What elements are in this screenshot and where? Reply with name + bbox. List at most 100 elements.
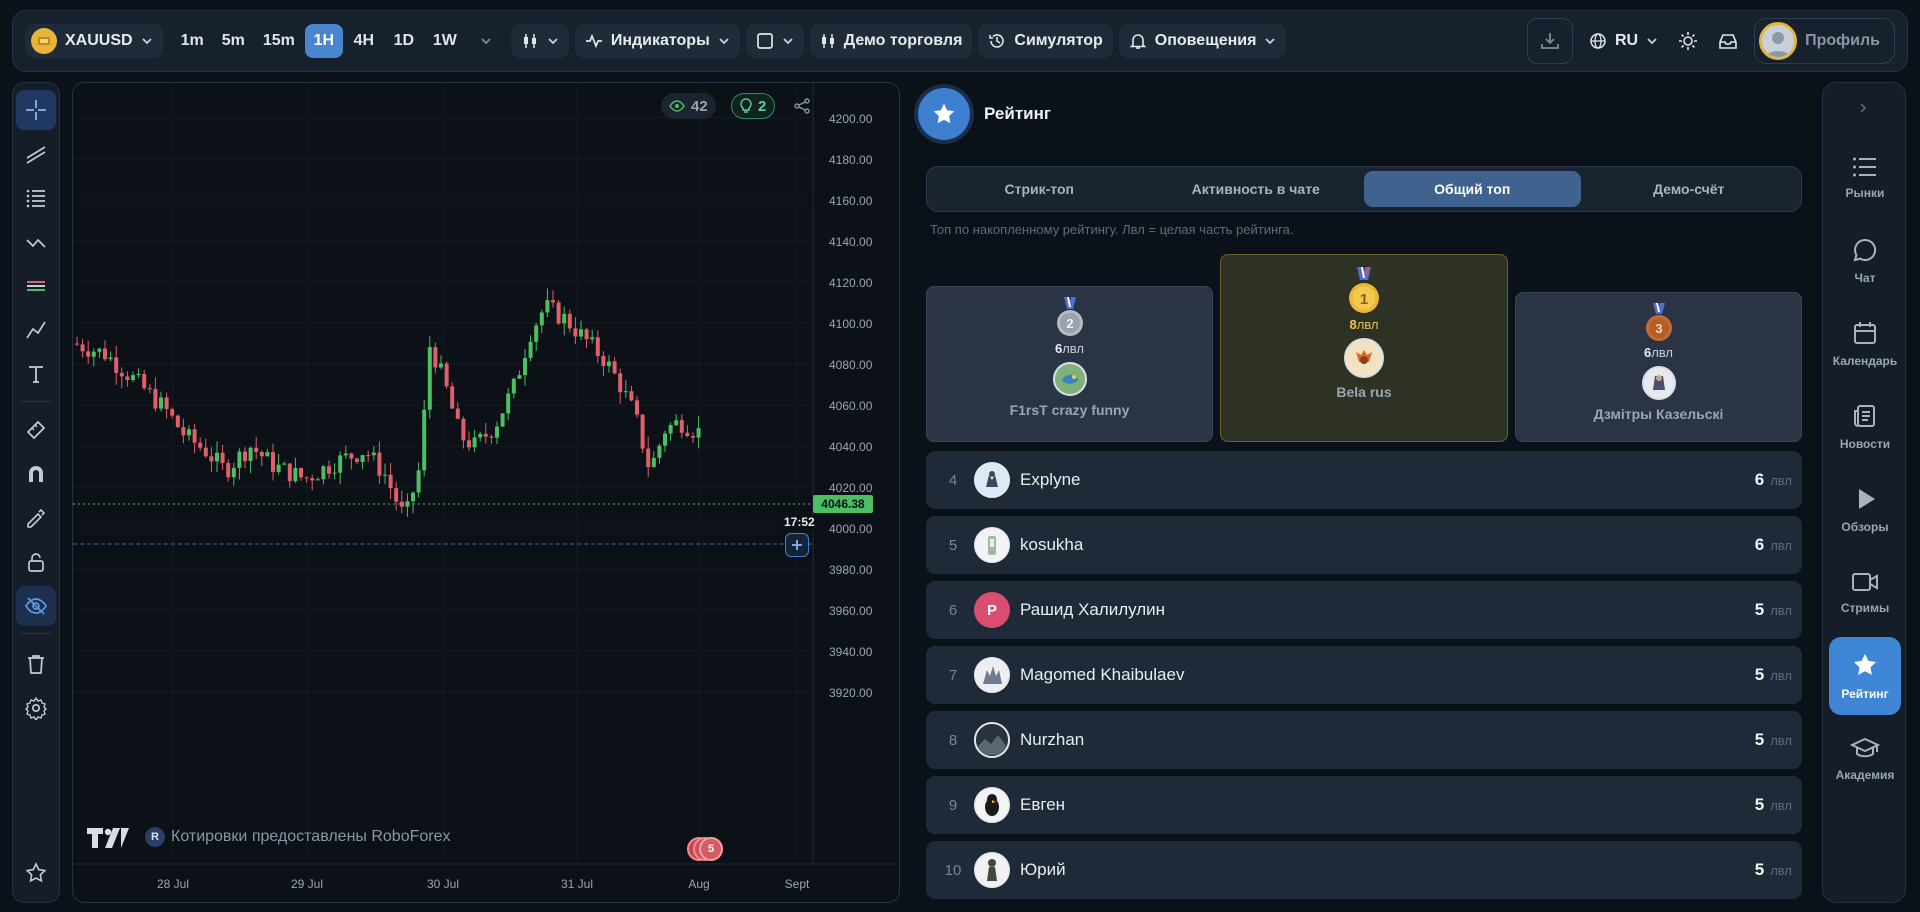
candle-body bbox=[567, 313, 572, 329]
nav-label: Академия bbox=[1835, 768, 1895, 782]
price-tick: 4040.00 bbox=[829, 440, 873, 454]
candle-body bbox=[455, 408, 460, 419]
price-tick: 4000.00 bbox=[829, 522, 873, 536]
candle-body bbox=[411, 492, 415, 502]
podium-third[interactable]: 3 6лвл Дзмітры Казельскі bbox=[1515, 292, 1802, 442]
row-rank: 5 bbox=[948, 536, 958, 554]
timeframe-1d[interactable]: 1D bbox=[385, 24, 423, 58]
nav-chat[interactable]: Чат bbox=[1829, 222, 1901, 300]
podium-name: Дзмітры Казельскі bbox=[1593, 406, 1724, 422]
inbox-button[interactable] bbox=[1708, 24, 1748, 58]
nav-news[interactable]: Новости bbox=[1829, 388, 1901, 466]
svg-text:2: 2 bbox=[1066, 316, 1073, 331]
candle-body bbox=[500, 413, 505, 427]
leaderboard-row[interactable]: 9 Евген 5 лвл bbox=[926, 776, 1802, 834]
settings-tool[interactable] bbox=[16, 688, 56, 728]
hide-drawings-tool[interactable] bbox=[16, 586, 56, 626]
candles-icon bbox=[821, 34, 834, 48]
drawing-mode-tool[interactable] bbox=[16, 498, 56, 538]
alerts-button[interactable]: Оповещения bbox=[1118, 24, 1287, 58]
candle-body bbox=[282, 463, 287, 465]
demo-trading-button[interactable]: Демо торговля bbox=[809, 24, 973, 58]
timeframe-5m[interactable]: 5m bbox=[214, 24, 253, 58]
nav-markets[interactable]: Рынки bbox=[1829, 139, 1901, 217]
simulator-button[interactable]: Симулятор bbox=[978, 24, 1113, 58]
candle-body bbox=[657, 445, 662, 458]
leaderboard-row[interactable]: 10 Юрий 5 лвл bbox=[926, 841, 1802, 899]
tab-chat-activity[interactable]: Активность в чате bbox=[1148, 171, 1365, 207]
podium-second[interactable]: 2 6лвл F1rsT crazy funny bbox=[926, 286, 1213, 442]
nav-streams[interactable]: Стримы bbox=[1829, 554, 1901, 632]
add-order-button[interactable] bbox=[785, 533, 809, 557]
language-selector[interactable]: RU bbox=[1579, 24, 1668, 58]
crosshair-icon bbox=[26, 100, 46, 120]
symbol-selector[interactable]: XAUUSD bbox=[25, 24, 163, 58]
drawing-toolbar bbox=[12, 82, 60, 903]
star-icon bbox=[918, 88, 970, 140]
candle-body bbox=[170, 409, 175, 416]
favorites-tool[interactable] bbox=[16, 853, 56, 893]
podium-name: Bela rus bbox=[1336, 384, 1392, 400]
delete-drawings-tool[interactable] bbox=[16, 644, 56, 684]
candle-body bbox=[562, 313, 567, 324]
price-tick: 4160.00 bbox=[829, 194, 873, 208]
timeframe-15m[interactable]: 15m bbox=[255, 24, 303, 58]
download-button[interactable] bbox=[1527, 18, 1573, 64]
tab-demo-account[interactable]: Демо-счёт bbox=[1581, 171, 1798, 207]
candle-body bbox=[651, 457, 656, 468]
trendline-tool[interactable] bbox=[16, 134, 56, 174]
leaderboard-row[interactable]: 6 Р Рашид Халилулин 5 лвл bbox=[926, 581, 1802, 639]
row-name: Nurzhan bbox=[1020, 730, 1085, 749]
candle-body bbox=[573, 328, 578, 337]
indicators-button[interactable]: Индикаторы bbox=[574, 24, 740, 58]
layout-button[interactable] bbox=[745, 24, 804, 58]
podium-first[interactable]: 1 8лвл Bela rus bbox=[1220, 254, 1508, 442]
candle-body bbox=[612, 361, 617, 374]
timeframe-more-button[interactable] bbox=[467, 24, 505, 58]
candle-body bbox=[506, 393, 511, 414]
magnet-tool[interactable] bbox=[16, 454, 56, 494]
leaderboard-row[interactable]: 4 Explyne 6 лвл bbox=[926, 451, 1802, 509]
data-attribution[interactable]: R Котировки предоставлены RoboForex bbox=[145, 827, 451, 847]
ranges-tool[interactable] bbox=[16, 266, 56, 306]
row-name: Explyne bbox=[1020, 470, 1081, 489]
eye-icon bbox=[669, 100, 685, 112]
tab-overall-top[interactable]: Общий топ bbox=[1364, 171, 1581, 207]
nav-rating[interactable]: Рейтинг bbox=[1829, 637, 1901, 715]
row-level: 5 bbox=[1754, 665, 1765, 684]
ideas-badge[interactable]: 2 bbox=[731, 93, 776, 119]
nav-academy[interactable]: Академия bbox=[1829, 720, 1901, 798]
nav-calendar[interactable]: Календарь bbox=[1829, 305, 1901, 383]
candle-body bbox=[243, 451, 247, 462]
pattern-tool[interactable] bbox=[16, 222, 56, 262]
text-tool[interactable] bbox=[16, 354, 56, 394]
candle-body bbox=[590, 337, 595, 340]
ruler-tool[interactable] bbox=[16, 410, 56, 450]
theme-toggle[interactable] bbox=[1668, 24, 1708, 58]
timeframe-1w[interactable]: 1W bbox=[425, 24, 465, 58]
nav-reviews[interactable]: Обзоры bbox=[1829, 471, 1901, 549]
leaderboard-row[interactable]: 5 kosukha 6 лвл bbox=[926, 516, 1802, 574]
events-marker[interactable]: 5 bbox=[687, 835, 723, 865]
timeframe-1m[interactable]: 1m bbox=[173, 24, 212, 58]
avatar bbox=[1344, 338, 1384, 378]
price-chart[interactable]: 4200.00 4180.00 4160.00 4140.00 4120.00 4100.… bbox=[72, 82, 900, 903]
chart-type-button[interactable] bbox=[510, 24, 569, 58]
share-button[interactable] bbox=[793, 97, 811, 115]
gold-medal-icon: 1 bbox=[1347, 267, 1381, 315]
crosshair-tool[interactable] bbox=[16, 90, 56, 130]
lock-tool[interactable] bbox=[16, 542, 56, 582]
profile-button[interactable]: Профиль bbox=[1754, 18, 1895, 64]
leaderboard-row[interactable]: 7 Magomed Khaibulaev 5 лвл bbox=[926, 646, 1802, 704]
chart-canvas[interactable]: 4200.00 4180.00 4160.00 4140.00 4120.00 4100.… bbox=[73, 83, 900, 903]
leaderboard-row[interactable]: 8 Nurzhan 5 лвл bbox=[926, 711, 1802, 769]
fib-tool[interactable] bbox=[16, 178, 56, 218]
timeframe-4h[interactable]: 4H bbox=[345, 24, 383, 58]
polyline-tool[interactable] bbox=[16, 310, 56, 350]
candle-body bbox=[388, 474, 393, 489]
tab-streak-top[interactable]: Стрик-топ bbox=[931, 171, 1148, 207]
timeframe-1h[interactable]: 1H bbox=[304, 24, 343, 58]
avatar bbox=[1759, 22, 1798, 60]
collapse-button[interactable] bbox=[1857, 101, 1869, 115]
price-tick: 4020.00 bbox=[829, 481, 873, 495]
